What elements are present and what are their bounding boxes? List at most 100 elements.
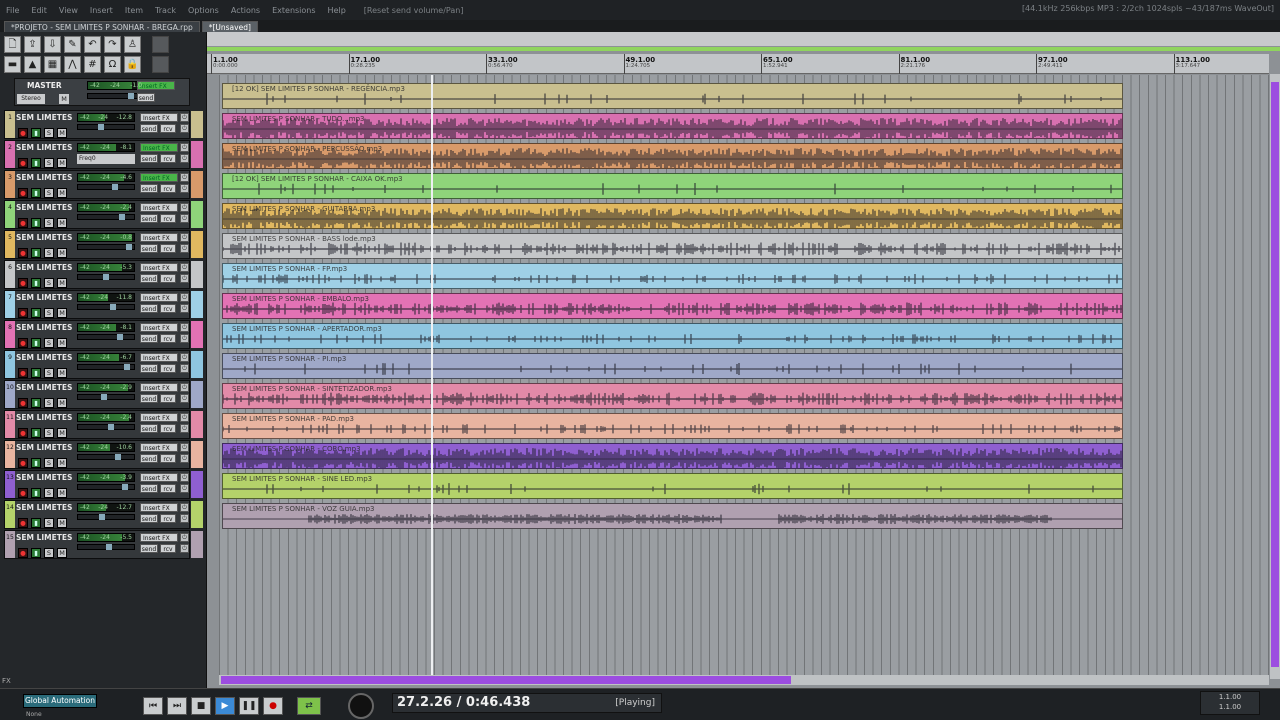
track-header[interactable]: 8 SEM LIMETES P -42 -24 -8.1 ● ▮ S M Inser… <box>4 320 203 349</box>
menu-item[interactable]: Edit <box>25 6 53 15</box>
record-arm-icon[interactable]: ● <box>18 458 28 468</box>
monitor-icon[interactable]: ▮ <box>31 458 41 468</box>
phase-icon[interactable]: ⏻ <box>180 364 189 373</box>
receive-button[interactable]: rcv <box>160 454 176 463</box>
record-arm-icon[interactable]: ● <box>18 128 28 138</box>
media-item[interactable]: SEM LIMITES P SONHAR - PERCUSSÃO.mp3 <box>222 143 1123 169</box>
track-name[interactable]: SEM LIMETES P <box>16 413 75 423</box>
fx-bypass-icon[interactable]: ⏻ <box>180 113 189 122</box>
track-header[interactable]: 4 SEM LIMETES P -42 -24 -2.4 ● ▮ S M Inser… <box>4 200 203 229</box>
insert-fx-button[interactable]: Insert FX <box>140 293 178 302</box>
record-arm-icon[interactable]: ● <box>18 518 28 528</box>
mute-button[interactable]: M <box>57 488 67 498</box>
fx-bypass-icon[interactable]: ⏻ <box>180 353 189 362</box>
master-fx-button[interactable]: Insert FX <box>137 81 175 90</box>
menu-item[interactable]: File <box>0 6 25 15</box>
mute-button[interactable]: M <box>57 398 67 408</box>
track-volume-fader[interactable] <box>77 364 135 370</box>
phase-icon[interactable]: ⏻ <box>180 304 189 313</box>
track-header[interactable]: 6 SEM LIMETES P -42 -24 -5.3 ● ▮ S M Inser… <box>4 260 203 289</box>
media-item[interactable]: SEM LIMITES P SONHAR - BASS lode.mp3 <box>222 233 1123 259</box>
media-item[interactable]: SEM LIMITES P SONHAR - APERTADOR.mp3 <box>222 323 1123 349</box>
fx-bypass-icon[interactable]: ⏻ <box>180 143 189 152</box>
mute-button[interactable]: M <box>57 278 67 288</box>
fx-bypass-icon[interactable]: ⏻ <box>180 293 189 302</box>
track-volume-fader[interactable] <box>77 484 135 490</box>
receive-button[interactable]: rcv <box>160 304 176 313</box>
receive-button[interactable]: rcv <box>160 154 176 163</box>
monitor-icon[interactable]: ▮ <box>31 488 41 498</box>
menu-item[interactable]: Help <box>322 6 352 15</box>
insert-fx-button[interactable]: Insert FX <box>140 113 178 122</box>
track-volume-fader[interactable] <box>77 214 135 220</box>
track-name[interactable]: SEM LIMETES 1 <box>16 233 75 243</box>
solo-button[interactable]: S <box>44 368 54 378</box>
solo-button[interactable]: S <box>44 188 54 198</box>
fx-bypass-icon[interactable]: ⏻ <box>180 233 189 242</box>
insert-fx-button[interactable]: Insert FX <box>140 413 178 422</box>
track-header[interactable]: 2 SEM LIMETES P -42 -24 -8.1 Freq0 ● ▮ S M… <box>4 140 203 169</box>
mute-button[interactable]: M <box>57 548 67 558</box>
send-button[interactable]: send <box>140 184 158 193</box>
mute-button[interactable]: M <box>57 188 67 198</box>
phase-icon[interactable]: ⏻ <box>180 184 189 193</box>
insert-fx-button[interactable]: Insert FX <box>140 173 178 182</box>
horizontal-scrollbar[interactable] <box>219 675 1269 685</box>
track-name[interactable]: SEM LIMETES P <box>16 533 75 543</box>
project-tab[interactable]: *PROJETO - SEM LIMITES P SONHAR - BREGA.… <box>4 21 200 32</box>
solo-button[interactable]: S <box>44 428 54 438</box>
record-arm-icon[interactable]: ● <box>18 248 28 258</box>
mute-button[interactable]: M <box>57 428 67 438</box>
insert-fx-button[interactable]: Insert FX <box>140 323 178 332</box>
menu-item[interactable]: Extensions <box>266 6 321 15</box>
monitor-icon[interactable]: ▮ <box>31 398 41 408</box>
solo-button[interactable]: S <box>44 548 54 558</box>
receive-button[interactable]: rcv <box>160 334 176 343</box>
solo-button[interactable]: S <box>44 308 54 318</box>
record-arm-icon[interactable]: ● <box>18 308 28 318</box>
receive-button[interactable]: rcv <box>160 274 176 283</box>
track-header[interactable]: 5 SEM LIMETES 1 -42 -24 -0.8 ● ▮ S M Inser… <box>4 230 203 259</box>
receive-button[interactable]: rcv <box>160 214 176 223</box>
record-icon[interactable]: ● <box>263 697 283 715</box>
track-volume-fader[interactable] <box>77 544 135 550</box>
track-volume-fader[interactable] <box>77 124 135 130</box>
monitor-icon[interactable]: ▮ <box>31 218 41 228</box>
crossfade-icon[interactable]: Ω <box>104 56 121 73</box>
menu-item[interactable]: View <box>53 6 84 15</box>
track-name[interactable]: SEM LIMETES P <box>16 293 75 303</box>
send-button[interactable]: send <box>140 274 158 283</box>
monitor-icon[interactable]: ▮ <box>31 188 41 198</box>
solo-button[interactable]: S <box>44 218 54 228</box>
record-arm-icon[interactable]: ● <box>18 278 28 288</box>
save-project-icon[interactable]: ⇩ <box>44 36 61 53</box>
mute-button[interactable]: M <box>57 338 67 348</box>
track-volume-fader[interactable] <box>77 244 135 250</box>
track-header[interactable]: 10 SEM LIMETES P -42 -24 -2.9 ● ▮ S M Inse… <box>4 380 203 409</box>
insert-fx-button[interactable]: Insert FX <box>140 203 178 212</box>
send-button[interactable]: send <box>140 124 158 133</box>
fx-bypass-icon[interactable]: ⏻ <box>180 533 189 542</box>
metronome-icon[interactable]: ♙ <box>124 36 141 53</box>
open-project-icon[interactable]: ⇪ <box>24 36 41 53</box>
master-track[interactable]: MASTER Stereo M -42 -24 -1.0 Insert FX sen… <box>14 78 190 106</box>
monitor-icon[interactable]: ▮ <box>31 368 41 378</box>
menu-item[interactable]: Options <box>182 6 225 15</box>
phase-icon[interactable]: ⏻ <box>180 244 189 253</box>
go-to-end-icon[interactable]: ⏭ <box>167 697 187 715</box>
monitor-icon[interactable]: ▮ <box>31 338 41 348</box>
envelope-icon[interactable]: ⋀ <box>64 56 81 73</box>
media-item[interactable]: SEM LIMITES P SONHAR - TUDO...mp3 <box>222 113 1123 139</box>
mute-button[interactable]: M <box>57 518 67 528</box>
mute-button[interactable]: M <box>57 368 67 378</box>
mute-button[interactable]: M <box>57 128 67 138</box>
track-volume-fader[interactable] <box>77 394 135 400</box>
send-button[interactable]: send <box>140 154 158 163</box>
monitor-icon[interactable]: ▮ <box>31 158 41 168</box>
insert-fx-button[interactable]: Insert FX <box>140 473 178 482</box>
fx-bypass-icon[interactable]: ⏻ <box>180 503 189 512</box>
insert-fx-button[interactable]: Insert FX <box>140 353 178 362</box>
fx-bypass-icon[interactable]: ⏻ <box>180 263 189 272</box>
track-name[interactable]: SEM LIMETES P <box>16 173 75 183</box>
receive-button[interactable]: rcv <box>160 484 176 493</box>
